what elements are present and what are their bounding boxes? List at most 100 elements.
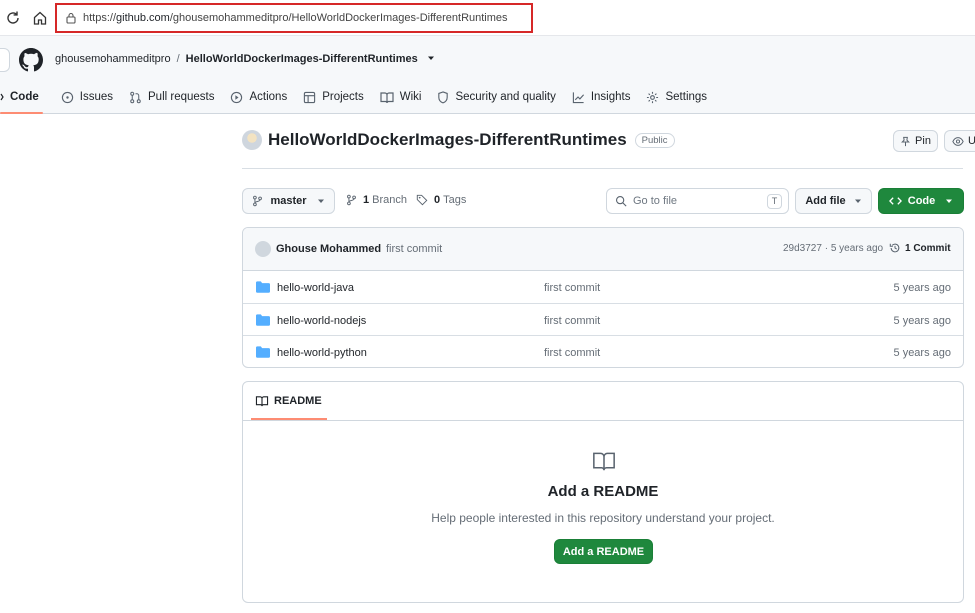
lock-icon — [66, 12, 76, 24]
tags-link[interactable]: 0 Tags — [416, 194, 466, 206]
issue-icon — [61, 91, 73, 103]
repo-header: ghousemohammeditpro / HelloWorldDockerImag… — [0, 36, 975, 114]
tab-label: Security and quality — [455, 91, 556, 103]
code-label: Code — [907, 195, 936, 207]
folder-icon — [256, 281, 270, 293]
unwatch-button[interactable]: Ur — [944, 130, 975, 152]
readme-tab-label: README — [274, 395, 322, 407]
owner-link[interactable]: ghousemohammeditpro — [55, 53, 171, 65]
gear-icon — [647, 91, 659, 103]
branch-select-button[interactable]: master — [242, 188, 335, 214]
commit-author[interactable]: Ghouse Mohammed — [276, 243, 381, 255]
menu-button[interactable] — [0, 48, 10, 72]
tab-code[interactable]: Code — [0, 86, 47, 114]
commit-count: 1 Commit — [905, 242, 951, 254]
code-icon — [0, 93, 4, 101]
folder-icon — [256, 346, 270, 358]
tag-icon — [416, 194, 428, 206]
history-icon — [889, 243, 900, 253]
tab-security[interactable]: Security and quality — [429, 86, 563, 108]
tags-label: Tags — [443, 194, 467, 206]
tab-insights[interactable]: Insights — [564, 86, 639, 108]
chevron-down-icon — [317, 199, 324, 203]
title-divider — [242, 168, 963, 169]
file-name[interactable]: hello-world-python — [277, 347, 367, 359]
owner-avatar[interactable] — [242, 130, 262, 150]
url-text: https://github.com/ghousemohammeditpro/H… — [83, 12, 508, 24]
add-readme-button[interactable]: Add a README — [554, 539, 653, 564]
file-commit-message[interactable]: first commit — [544, 347, 600, 359]
latest-commit-bar: Ghouse Mohammed first commit 29d3727 · 5… — [243, 228, 963, 271]
repo-title-row: HelloWorldDockerImages-DifferentRuntimes… — [242, 130, 675, 150]
chevron-down-icon[interactable] — [427, 54, 435, 62]
readme-divider — [243, 420, 963, 421]
commit-author-avatar[interactable] — [255, 241, 271, 257]
chevron-down-icon — [946, 199, 953, 203]
tab-settings[interactable]: Settings — [638, 86, 715, 108]
repo-title: HelloWorldDockerImages-DifferentRuntimes — [268, 130, 627, 149]
pin-button[interactable]: Pin — [893, 130, 938, 152]
file-age: 5 years ago — [893, 347, 951, 359]
file-name[interactable]: hello-world-java — [277, 282, 354, 294]
file-commit-message[interactable]: first commit — [544, 315, 600, 327]
tab-label: Insights — [590, 91, 631, 103]
reload-icon[interactable] — [5, 10, 21, 26]
repo-link[interactable]: HelloWorldDockerImages-DifferentRuntimes — [186, 53, 418, 65]
go-to-file-input[interactable]: Go to file T — [606, 188, 789, 214]
chevron-down-icon — [854, 199, 861, 203]
shield-icon — [438, 90, 449, 103]
branch-icon — [347, 194, 356, 206]
code-icon — [888, 197, 902, 205]
file-commit-message[interactable]: first commit — [544, 282, 600, 294]
pin-label: Pin — [915, 135, 931, 147]
file-row[interactable]: hello-world-java first commit 5 years ag… — [243, 271, 963, 304]
branch-name: master — [270, 195, 307, 207]
readme-empty-subtitle: Help people interested in this repositor… — [431, 511, 775, 525]
repo-nav: Code Issues Pull requests Actions Projec… — [0, 86, 715, 114]
tab-projects[interactable]: Projects — [295, 86, 372, 108]
tab-wiki[interactable]: Wiki — [372, 86, 430, 108]
tab-label: Actions — [249, 91, 288, 103]
graph-icon — [572, 91, 584, 103]
pin-icon — [901, 136, 910, 146]
folder-icon — [256, 313, 270, 326]
unwatch-label: Ur — [968, 135, 975, 147]
readme-tab[interactable]: README — [255, 395, 322, 407]
breadcrumb: ghousemohammeditpro / HelloWorldDockerImag… — [55, 53, 435, 65]
commits-link[interactable]: 1 Commit — [889, 242, 951, 254]
table-icon — [304, 91, 316, 103]
go-to-file-placeholder: Go to file — [633, 195, 678, 207]
tab-pull-requests[interactable]: Pull requests — [121, 86, 222, 108]
tab-actions[interactable]: Actions — [222, 86, 295, 108]
add-file-button[interactable]: Add file — [795, 188, 872, 214]
tab-label: Code — [10, 91, 39, 103]
home-icon[interactable] — [32, 10, 48, 26]
readme-panel: README Add a README Help people interest… — [242, 381, 964, 603]
add-file-label: Add file — [805, 195, 846, 207]
branch-icon — [253, 195, 263, 207]
tab-label: Settings — [665, 91, 708, 103]
commit-hash-age[interactable]: 29d3727 · 5 years ago — [783, 243, 883, 254]
code-button[interactable]: Code — [878, 188, 964, 214]
github-logo-icon[interactable] — [19, 48, 43, 72]
visibility-badge: Public — [634, 132, 675, 148]
address-bar[interactable]: https://github.com/ghousemohammeditpro/H… — [55, 3, 533, 33]
file-name[interactable]: hello-world-nodejs — [277, 315, 366, 327]
tab-issues[interactable]: Issues — [53, 86, 121, 108]
tab-label: Issues — [79, 91, 113, 103]
commit-message[interactable]: first commit — [386, 243, 442, 255]
file-row[interactable]: hello-world-python first commit 5 years … — [243, 336, 963, 367]
file-row[interactable]: hello-world-nodejs first commit 5 years … — [243, 304, 963, 336]
file-age: 5 years ago — [893, 282, 951, 294]
book-icon — [380, 91, 394, 103]
branches-count: 1 — [363, 194, 370, 206]
search-icon — [615, 195, 627, 207]
add-readme-label: Add a README — [562, 545, 645, 558]
tab-label: Wiki — [399, 91, 422, 103]
breadcrumb-separator: / — [176, 53, 180, 65]
browser-toolbar: https://github.com/ghousemohammeditpro/H… — [0, 0, 975, 36]
file-age: 5 years ago — [893, 314, 951, 327]
pull-request-icon — [130, 91, 141, 103]
readme-empty-title: Add a README — [547, 483, 659, 500]
branches-link[interactable]: 1 Branch — [346, 194, 407, 206]
